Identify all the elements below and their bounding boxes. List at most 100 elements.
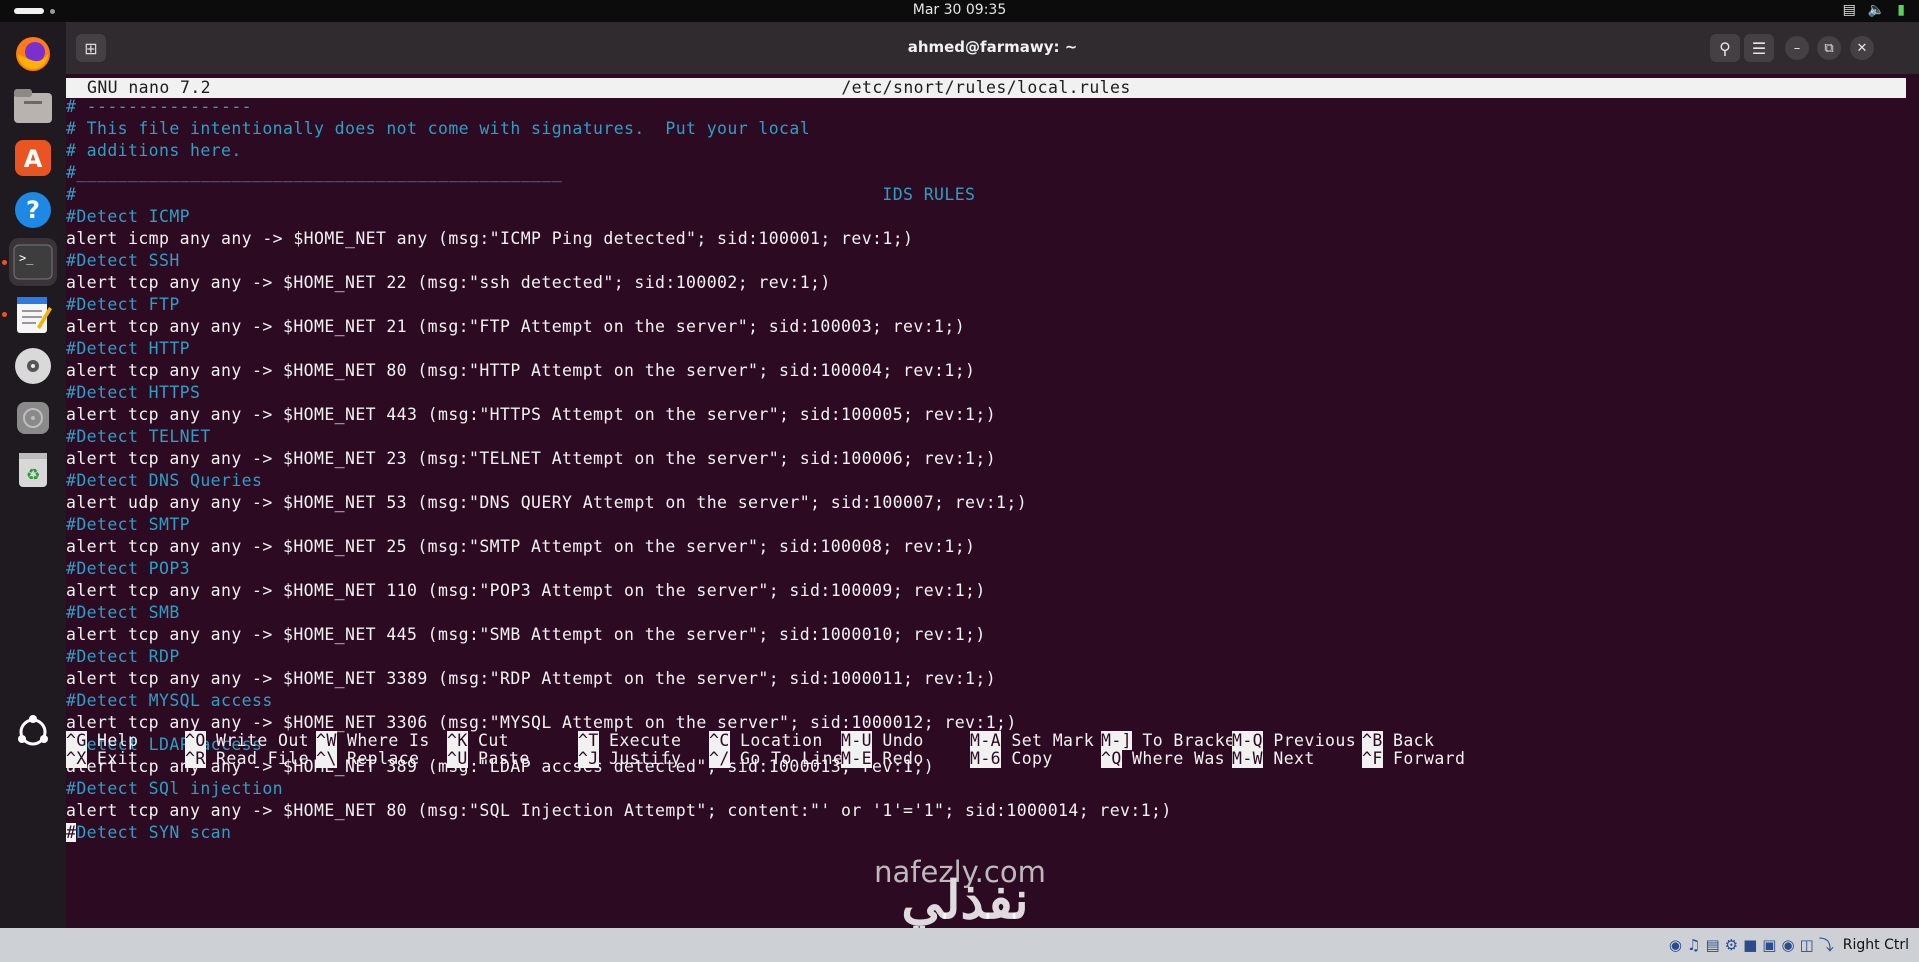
comment-line: #Detect SYN scan <box>66 822 1906 844</box>
nano-filename: /etc/snort/rules/local.rules <box>841 78 1131 97</box>
shortcut-key: M-6 <box>970 749 1002 768</box>
shortcut-label: Copy <box>1011 749 1053 768</box>
comment-line: # additions here. <box>66 141 242 160</box>
shortcut-item[interactable]: ^U Paste <box>447 748 530 770</box>
usb-icon[interactable]: ⚙ <box>1725 936 1738 954</box>
shortcut-item[interactable]: ^\ Replace <box>316 748 419 770</box>
shortcut-item[interactable]: ^Q Where Was <box>1101 748 1225 770</box>
shortcut-key: M-W <box>1232 749 1264 768</box>
shortcut-key: ^U <box>447 749 468 768</box>
rule-line: alert udp any any -> $HOME_NET 53 (msg:"… <box>66 493 1028 512</box>
comment-line: #Detect SSH <box>66 251 180 270</box>
ubuntu-icon[interactable] <box>9 708 57 756</box>
comment-line: #Detect FTP <box>66 295 180 314</box>
shortcut-item[interactable]: M-6 Copy <box>970 748 1053 770</box>
nano-editor[interactable]: GNU nano 7.2 /etc/snort/rules/local.rule… <box>66 74 1919 928</box>
search-button[interactable]: ⚲ <box>1710 34 1740 62</box>
drive-icon[interactable] <box>9 394 57 442</box>
shortcut-item[interactable]: ^X Exit <box>66 748 138 770</box>
comment-line: # ---------------- <box>66 97 253 116</box>
rule-line: alert tcp any any -> $HOME_NET 3389 (msg… <box>66 669 997 688</box>
comment-line: #Detect MYSQL access <box>66 691 273 710</box>
maximize-button[interactable]: ⧉ <box>1817 36 1841 60</box>
minimize-button[interactable]: – <box>1785 36 1809 60</box>
volume-icon[interactable]: 🔈 <box>1868 2 1885 18</box>
window-title: ahmed@farmawy: ~ <box>907 38 1078 56</box>
shortcut-item[interactable]: ^J Justify <box>578 748 681 770</box>
optical-drive-icon[interactable]: ◉ <box>1669 936 1682 954</box>
shortcut-label: Exit <box>97 749 139 768</box>
running-indicator <box>2 312 7 317</box>
hamburger-icon: ☰ <box>1751 38 1767 58</box>
svg-text:♻: ♻ <box>26 465 40 484</box>
shortcut-key: ^R <box>185 749 206 768</box>
cpu-icon[interactable]: ◫ <box>1800 936 1814 954</box>
trash-icon[interactable]: ♻ <box>9 446 57 494</box>
rule-line: alert icmp any any -> $HOME_NET any (msg… <box>66 229 914 248</box>
comment-line: #Detect TELNET <box>66 427 211 446</box>
display-icon[interactable]: ▣ <box>1762 936 1776 954</box>
disc-icon[interactable] <box>9 342 57 390</box>
shortcut-key: ^X <box>66 749 87 768</box>
system-tray[interactable]: ▤ 🔈 ▮ <box>1843 2 1905 18</box>
comment-line: # This file intentionally does not come … <box>66 119 811 138</box>
recording-icon[interactable]: ◉ <box>1781 936 1794 954</box>
shortcut-label: Forward <box>1393 749 1466 768</box>
shortcut-key: ^\ <box>316 749 337 768</box>
comment-line: #_______________________________________… <box>66 163 563 182</box>
shortcut-label: Where Was <box>1132 749 1226 768</box>
network-icon[interactable]: ▤ <box>1843 2 1856 18</box>
battery-icon[interactable]: ▮ <box>1897 2 1905 18</box>
close-button[interactable]: ✕ <box>1850 36 1874 60</box>
shared-folder-icon[interactable]: ■ <box>1743 936 1757 954</box>
svg-text:?: ? <box>26 196 40 224</box>
shortcut-item[interactable]: M-E Redo <box>841 748 924 770</box>
rule-line: alert tcp any any -> $HOME_NET 80 (msg:"… <box>66 801 1172 820</box>
shortcut-label: Next <box>1273 749 1315 768</box>
shortcut-key: M-E <box>841 749 873 768</box>
rule-line: alert tcp any any -> $HOME_NET 443 (msg:… <box>66 405 997 424</box>
line-text: Detect SYN scan <box>76 823 232 842</box>
shortcut-label: Paste <box>478 749 530 768</box>
search-icon: ⚲ <box>1719 38 1731 58</box>
watermark-text: nafezly.com <box>874 855 1046 889</box>
mouse-integration-icon[interactable]: ⤵ <box>1819 934 1834 955</box>
comment-line: #Detect DNS Queries <box>66 471 263 490</box>
terminal-window: ⊞ ahmed@farmawy: ~ ⚲ ☰ – ⧉ ✕ GNU nano 7.… <box>66 22 1919 928</box>
shortcut-label: Redo <box>882 749 924 768</box>
shortcut-item[interactable]: ^/ Go To Line <box>709 748 843 770</box>
text-editor-icon[interactable] <box>9 290 57 338</box>
comment-line: #Detect POP3 <box>66 559 191 578</box>
shortcut-key: ^F <box>1362 749 1383 768</box>
audio-icon[interactable]: ♫ <box>1687 936 1700 954</box>
menu-button[interactable]: ☰ <box>1744 34 1774 62</box>
firefox-icon[interactable] <box>9 30 57 78</box>
vm-status-bar: ◉ ♫ ▤ ⚙ ■ ▣ ◉ ◫ ⤵ Right Ctrl <box>0 928 1919 962</box>
shortcut-label: Justify <box>609 749 682 768</box>
running-indicator <box>2 260 7 265</box>
rule-line: alert tcp any any -> $HOME_NET 25 (msg:"… <box>66 537 976 556</box>
app-center-icon[interactable]: A <box>9 134 57 182</box>
comment-line: #Detect ICMP <box>66 207 191 226</box>
help-icon[interactable]: ? <box>9 186 57 234</box>
terminal-icon[interactable]: >_ <box>9 238 57 286</box>
comment-line: #Detect HTTPS <box>66 383 201 402</box>
vm-status-icons: ◉ ♫ ▤ ⚙ ■ ▣ ◉ ◫ ⤵ Right Ctrl <box>1669 934 1909 955</box>
shortcut-key: ^Q <box>1101 749 1122 768</box>
shortcut-item[interactable]: M-W Next <box>1232 748 1315 770</box>
rule-line: alert tcp any any -> $HOME_NET 445 (msg:… <box>66 625 986 644</box>
shortcut-bar: ^G Help ^X Exit ^O Write Out ^R Read File ^W… <box>66 730 1906 778</box>
network-adapter-icon[interactable]: ▤ <box>1705 936 1719 954</box>
svg-text:A: A <box>24 145 43 173</box>
rule-line: alert tcp any any -> $HOME_NET 80 (msg:"… <box>66 361 976 380</box>
shortcut-label: Go To Line <box>740 749 844 768</box>
files-icon[interactable] <box>9 82 57 130</box>
nano-title-bar: GNU nano 7.2 /etc/snort/rules/local.rule… <box>66 78 1906 98</box>
clock[interactable]: Mar 30 09:35 <box>0 2 1919 18</box>
comment-line: #Detect SMB <box>66 603 180 622</box>
shortcut-item[interactable]: ^F Forward <box>1362 748 1465 770</box>
text-cursor: # <box>66 823 77 842</box>
shortcut-key: ^/ <box>709 749 730 768</box>
header-bar: ⊞ ahmed@farmawy: ~ ⚲ ☰ – ⧉ ✕ <box>66 22 1919 74</box>
shortcut-item[interactable]: ^R Read File <box>185 748 309 770</box>
